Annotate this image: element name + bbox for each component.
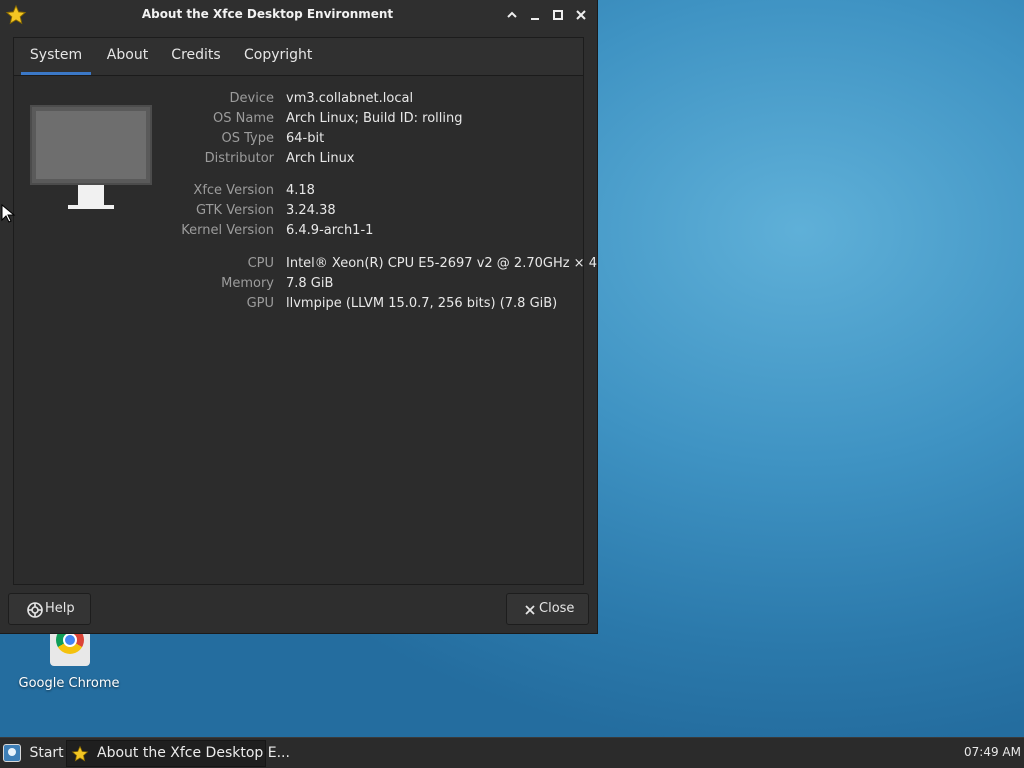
distributor-label: Distributor bbox=[204, 151, 274, 166]
chrome-icon bbox=[50, 632, 90, 666]
gtk-version-value: 3.24.38 bbox=[286, 203, 336, 218]
xfce-version-label: Xfce Version bbox=[193, 183, 274, 198]
help-button-label: Help bbox=[45, 601, 75, 616]
tab-system[interactable]: System bbox=[21, 38, 91, 75]
mouse-cursor-icon bbox=[1, 203, 16, 223]
close-window-button[interactable] bbox=[572, 6, 590, 24]
desktop-icon-label: Google Chrome bbox=[18, 676, 120, 691]
close-x-icon bbox=[525, 605, 535, 615]
distributor-value: Arch Linux bbox=[286, 151, 355, 166]
gtk-version-label: GTK Version bbox=[195, 203, 274, 218]
tab-about[interactable]: About bbox=[104, 38, 151, 75]
os-type-label: OS Type bbox=[221, 131, 274, 146]
taskbar: Start About the Xfce Desktop E... 07:49 … bbox=[0, 737, 1024, 768]
close-button[interactable]: Close bbox=[506, 593, 589, 625]
rollup-button[interactable] bbox=[503, 6, 521, 24]
start-menu-button[interactable]: Start bbox=[3, 743, 64, 765]
kernel-version-value: 6.4.9-arch1-1 bbox=[286, 223, 374, 238]
maximize-button[interactable] bbox=[549, 6, 567, 24]
tab-notebook: System About Credits Copyright Device vm… bbox=[13, 37, 597, 585]
minimize-icon bbox=[531, 18, 539, 20]
device-value: vm3.collabnet.local bbox=[286, 91, 414, 106]
maximize-icon bbox=[553, 10, 563, 20]
tab-bar: System About Credits Copyright bbox=[14, 38, 583, 76]
help-button[interactable]: Help bbox=[8, 593, 91, 625]
gpu-label: GPU bbox=[246, 296, 274, 311]
os-name-label: OS Name bbox=[213, 111, 274, 126]
tab-credits[interactable]: Credits bbox=[170, 38, 222, 75]
close-icon bbox=[576, 10, 586, 20]
memory-value: 7.8 GiB bbox=[286, 276, 334, 291]
chevron-up-icon bbox=[507, 11, 517, 18]
os-name-value: Arch Linux; Build ID: rolling bbox=[286, 111, 463, 126]
minimize-button[interactable] bbox=[526, 6, 544, 24]
xfce-version-value: 4.18 bbox=[286, 183, 315, 198]
cpu-label: CPU bbox=[247, 256, 274, 271]
memory-label: Memory bbox=[221, 276, 274, 291]
kernel-version-label: Kernel Version bbox=[181, 223, 274, 238]
about-window: About the Xfce Desktop Environment Syste… bbox=[0, 0, 597, 633]
taskbar-window-title: About the Xfce Desktop E... bbox=[97, 745, 290, 761]
close-button-label: Close bbox=[539, 601, 575, 616]
cpu-value: Intel® Xeon(R) CPU E5-2697 v2 @ 2.70GHz … bbox=[286, 256, 597, 271]
start-label: Start bbox=[29, 745, 64, 761]
start-menu-icon bbox=[3, 744, 21, 762]
window-titlebar[interactable]: About the Xfce Desktop Environment bbox=[0, 0, 597, 30]
taskbar-window-item[interactable]: About the Xfce Desktop E... bbox=[66, 740, 290, 767]
clock[interactable]: 07:49 AM bbox=[964, 745, 1021, 759]
help-icon bbox=[27, 602, 43, 618]
device-label: Device bbox=[229, 91, 274, 106]
os-type-value: 64-bit bbox=[286, 131, 325, 146]
xfce-star-icon bbox=[71, 745, 89, 762]
tab-copyright[interactable]: Copyright bbox=[244, 38, 312, 75]
gpu-value: llvmpipe (LLVM 15.0.7, 256 bits) (7.8 Gi… bbox=[286, 296, 558, 311]
